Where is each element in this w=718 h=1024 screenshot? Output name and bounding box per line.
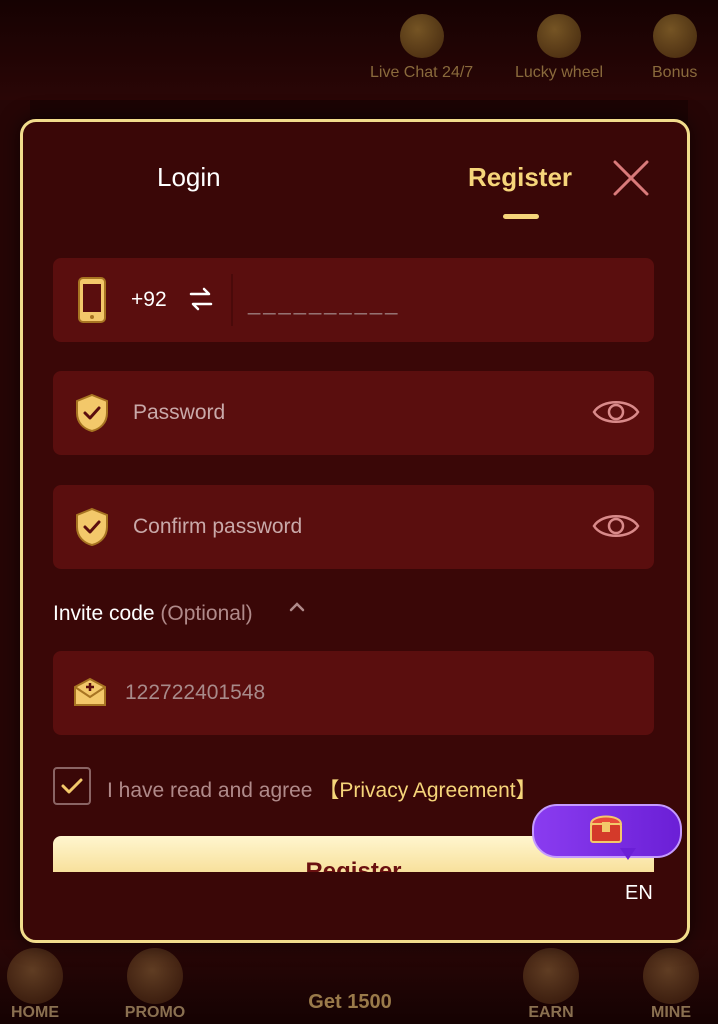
agreement-text: I have read and agree 【Privacy Agreement… xyxy=(107,774,537,804)
chest-badge-tail xyxy=(620,848,636,860)
nav-get-1500[interactable]: Get 1500 xyxy=(290,991,410,1014)
headset-icon xyxy=(399,14,444,58)
tab-login[interactable]: Login xyxy=(157,162,221,193)
modal-footer xyxy=(53,872,657,940)
nav-earn-label: EARN xyxy=(528,1004,574,1021)
wheel-icon xyxy=(537,14,582,58)
password-field[interactable]: Password xyxy=(53,371,654,455)
language-selector[interactable]: EN xyxy=(625,882,653,905)
invite-code-title: Invite code xyxy=(53,602,155,625)
nav-promo[interactable]: PROMO xyxy=(110,948,200,1022)
lucky-wheel-label: Lucky wheel xyxy=(515,64,604,81)
live-chat-item[interactable]: Live Chat 24/7 xyxy=(370,14,473,82)
right-background-edge xyxy=(688,100,718,940)
close-icon[interactable] xyxy=(611,158,651,198)
eye-icon[interactable] xyxy=(592,509,640,543)
checkmark-icon xyxy=(61,778,83,794)
nav-home[interactable]: HOME xyxy=(0,948,80,1022)
confirm-password-input[interactable]: Confirm password xyxy=(133,515,302,539)
nav-mine-label: MINE xyxy=(651,1004,691,1021)
treasure-chest-icon[interactable] xyxy=(588,810,624,844)
invite-optional-tag: (Optional) xyxy=(160,602,253,625)
shield-check-icon xyxy=(76,507,108,547)
gift-icon xyxy=(652,14,697,58)
agreement-label: I have read and agree xyxy=(107,779,313,802)
invite-code-label[interactable]: Invite code (Optional) xyxy=(53,602,253,626)
field-divider xyxy=(231,274,233,326)
phone-input[interactable]: __________ xyxy=(248,290,400,316)
tab-register[interactable]: Register xyxy=(468,162,572,193)
envelope-plus-icon xyxy=(74,677,106,706)
phone-field[interactable]: +92 __________ xyxy=(53,258,654,342)
agreement-checkbox[interactable] xyxy=(53,767,91,805)
invite-code-field[interactable]: 122722401548 xyxy=(53,651,654,735)
invite-code-input[interactable]: 122722401548 xyxy=(125,681,265,705)
password-input[interactable]: Password xyxy=(133,401,225,425)
mine-icon xyxy=(643,948,699,1004)
nav-home-label: HOME xyxy=(11,1004,59,1021)
phone-icon xyxy=(78,277,106,323)
eye-icon[interactable] xyxy=(592,395,640,429)
swap-arrows-icon[interactable] xyxy=(189,286,213,312)
earn-icon xyxy=(523,948,579,1004)
shield-check-icon xyxy=(76,393,108,433)
confirm-password-field[interactable]: Confirm password xyxy=(53,485,654,569)
nav-promo-label: PROMO xyxy=(124,1004,186,1021)
bottom-nav: HOME PROMO Get 1500 EARN MINE xyxy=(0,940,718,1024)
home-icon xyxy=(7,948,63,1004)
country-code[interactable]: +92 xyxy=(131,288,167,312)
chevron-up-icon[interactable] xyxy=(288,598,306,616)
active-tab-indicator xyxy=(503,214,539,219)
privacy-agreement-link[interactable]: 【Privacy Agreement】 xyxy=(318,779,536,802)
live-chat-label: Live Chat 24/7 xyxy=(370,64,474,81)
bonus-label: Bonus xyxy=(652,64,698,81)
lucky-wheel-item[interactable]: Lucky wheel xyxy=(515,14,603,82)
top-bar: Live Chat 24/7 Lucky wheel Bonus xyxy=(0,0,718,100)
nav-mine[interactable]: MINE xyxy=(626,948,716,1022)
promo-icon xyxy=(127,948,183,1004)
nav-earn[interactable]: EARN xyxy=(506,948,596,1022)
bonus-item[interactable]: Bonus xyxy=(652,14,697,82)
